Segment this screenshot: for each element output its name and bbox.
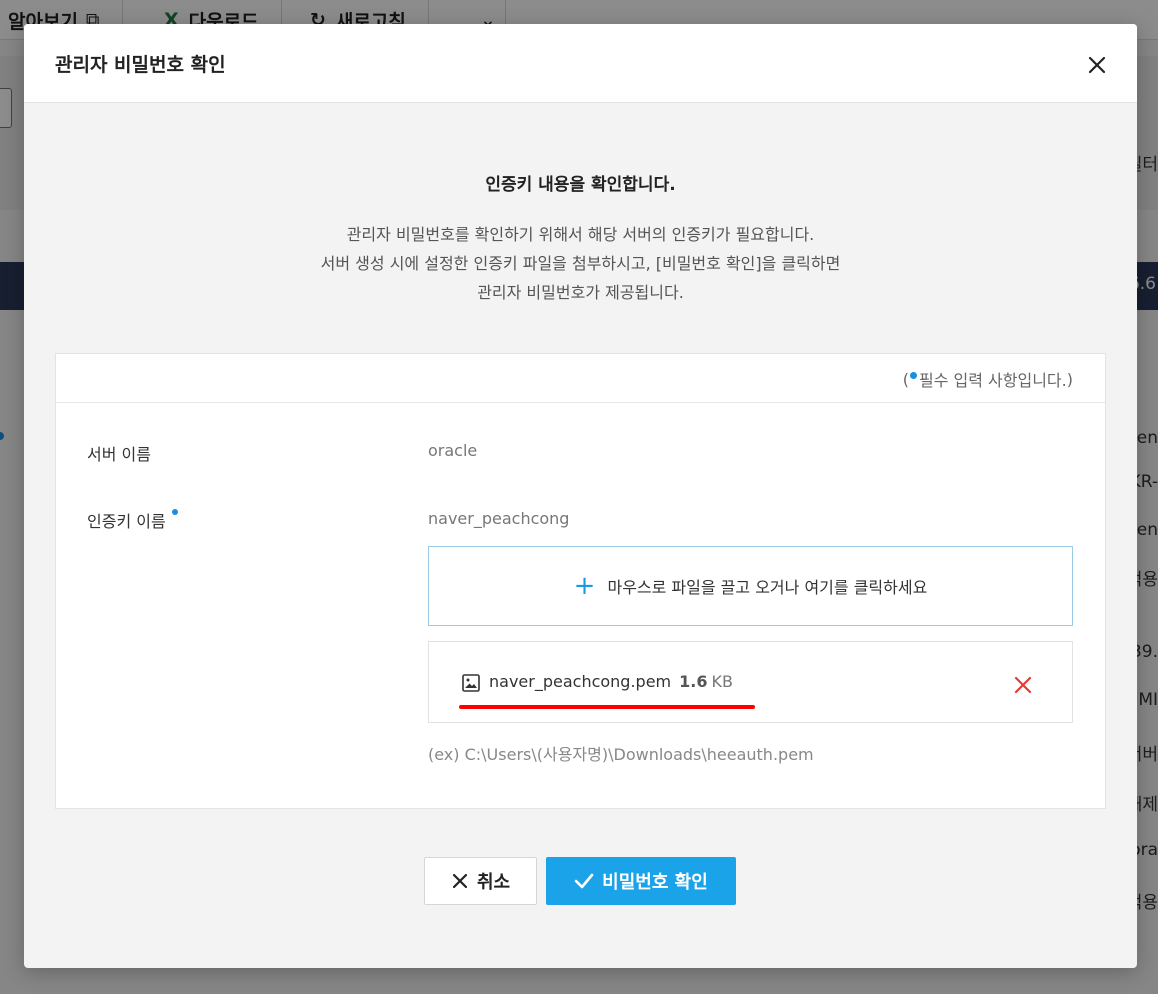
key-name-label-text: 인증키 이름 bbox=[87, 512, 166, 531]
plus-icon: + bbox=[573, 571, 596, 601]
red-underline-annotation bbox=[459, 705, 755, 709]
remove-file-button[interactable] bbox=[1013, 675, 1033, 695]
intro-line: 관리자 비밀번호가 제공됩니다. bbox=[477, 283, 684, 302]
required-dot-icon bbox=[171, 509, 178, 515]
image-file-icon bbox=[462, 674, 480, 692]
intro-title: 인증키 내용을 확인합니다. bbox=[485, 175, 676, 195]
check-icon bbox=[574, 873, 594, 889]
modal-title: 관리자 비밀번호 확인 bbox=[55, 54, 226, 76]
server-name-label: 서버 이름 bbox=[87, 441, 151, 465]
required-note-text: 필수 입력 사항입니다. bbox=[919, 371, 1067, 390]
intro-line: 관리자 비밀번호를 확인하기 위해서 해당 서버의 인증키가 필요합니다. bbox=[346, 225, 815, 244]
intro-description: 관리자 비밀번호를 확인하기 위해서 해당 서버의 인증키가 필요합니다. 서버… bbox=[24, 220, 1137, 307]
file-dropzone[interactable]: + 마우스로 파일을 끌고 오거나 여기를 클릭하세요 bbox=[428, 546, 1073, 626]
server-name-value: oracle bbox=[428, 441, 478, 460]
required-note-close: ) bbox=[1066, 369, 1073, 389]
required-dot-icon bbox=[910, 371, 917, 379]
attached-file-item: naver_peachcong.pem 1.6 KB bbox=[428, 641, 1073, 723]
form-card-header: ( 필수 입력 사항입니다. ) bbox=[56, 354, 1105, 403]
close-icon bbox=[1088, 56, 1106, 74]
remove-icon bbox=[1014, 676, 1032, 694]
close-icon bbox=[452, 873, 468, 889]
file-size-unit: KB bbox=[711, 672, 733, 691]
attached-file-name: naver_peachcong.pem 1.6 KB bbox=[489, 672, 733, 691]
file-size: 1.6 bbox=[679, 672, 708, 691]
dropzone-text: 마우스로 파일을 끌고 오거나 여기를 클릭하세요 bbox=[607, 578, 928, 597]
required-note: ( 필수 입력 사항입니다. ) bbox=[903, 367, 1073, 391]
file-name-text: naver_peachcong.pem bbox=[489, 672, 672, 691]
modal-header: 관리자 비밀번호 확인 bbox=[24, 24, 1137, 103]
intro-line: 서버 생성 시에 설정한 인증키 파일을 첨부하시고, [비밀번호 확인]을 클… bbox=[320, 254, 841, 273]
required-note-open: ( bbox=[902, 369, 909, 389]
cancel-label: 취소 bbox=[476, 872, 511, 893]
key-name-value: naver_peachcong bbox=[428, 509, 570, 528]
path-hint: (ex) C:\Users\(사용자명)\Downloads\heeauth.p… bbox=[428, 745, 814, 764]
confirm-password-button[interactable]: 비밀번호 확인 bbox=[546, 857, 736, 905]
admin-password-modal: 관리자 비밀번호 확인 인증키 내용을 확인합니다. 관리자 비밀번호를 확인하… bbox=[24, 24, 1137, 968]
server-name-label-text: 서버 이름 bbox=[87, 445, 151, 464]
form-card: ( 필수 입력 사항입니다. ) 서버 이름 oracle 인증키 이름 nav… bbox=[55, 353, 1106, 809]
key-name-label: 인증키 이름 bbox=[87, 508, 178, 532]
close-button[interactable] bbox=[1084, 52, 1110, 78]
cancel-button[interactable]: 취소 bbox=[424, 857, 537, 905]
confirm-label: 비밀번호 확인 bbox=[602, 872, 708, 893]
